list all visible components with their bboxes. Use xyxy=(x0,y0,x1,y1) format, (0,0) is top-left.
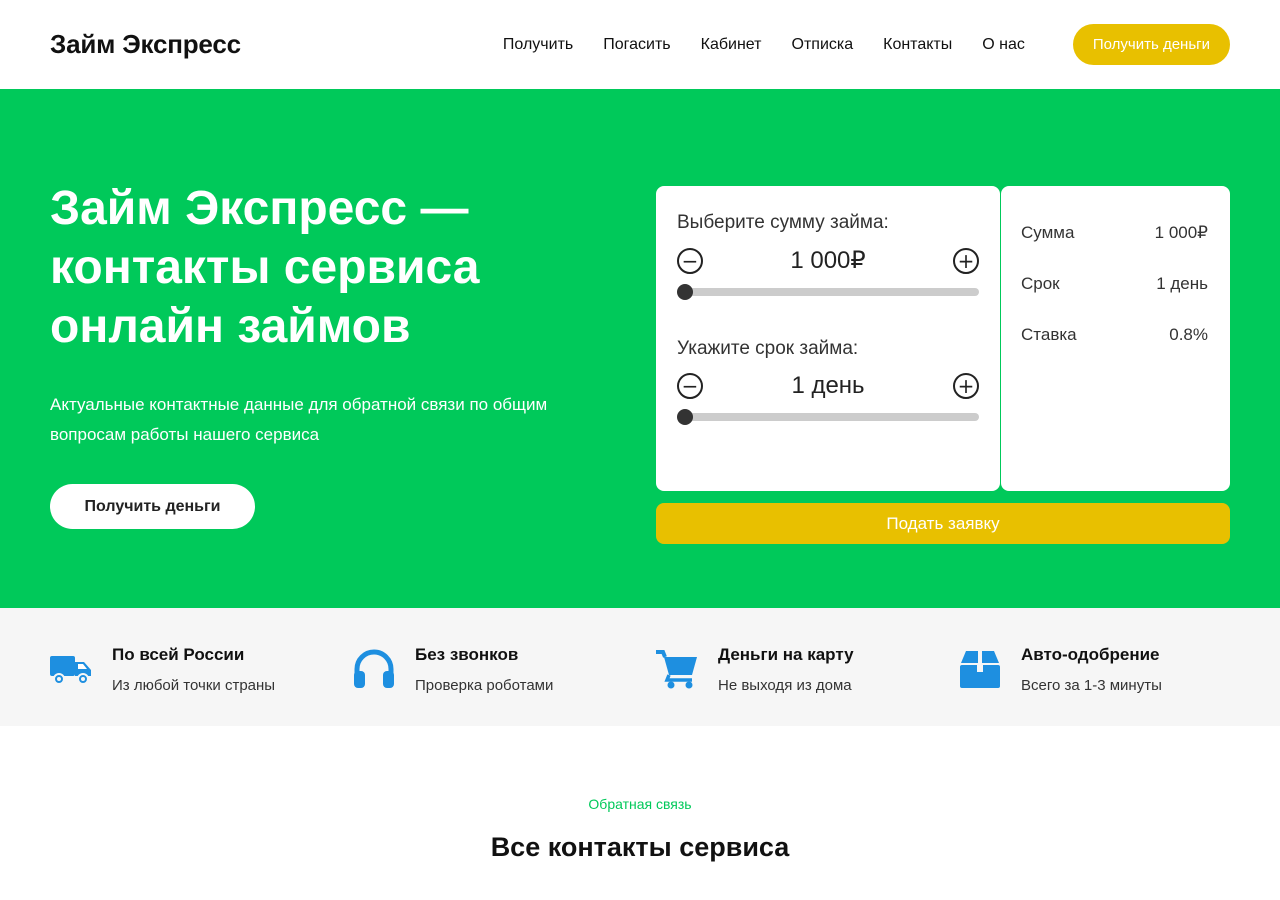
summary-label: Срок xyxy=(1021,274,1060,293)
summary-value: 1 000₽ xyxy=(1154,223,1208,242)
features-bar: По всей России Из любой точки страны Без… xyxy=(0,608,1280,726)
amount-minus-icon[interactable]: − xyxy=(677,247,703,274)
feature-item: Без звонков Проверка роботами xyxy=(353,608,656,726)
summary-label: Ставка xyxy=(1021,325,1077,344)
header-right: Получить Погасить Кабинет Отписка Контак… xyxy=(503,24,1230,65)
feature-desc: Всего за 1-3 минуты xyxy=(1021,677,1162,694)
main-nav: Получить Погасить Кабинет Отписка Контак… xyxy=(503,36,1025,54)
amount-label: Выберите сумму займа: xyxy=(677,212,889,233)
nav-link-cabinet[interactable]: Кабинет xyxy=(701,36,762,54)
site-header: Займ Экспресс Получить Погасить Кабинет … xyxy=(0,0,1280,89)
summary-value: 1 день xyxy=(1156,274,1208,293)
nav-link-unsubscribe[interactable]: Отписка xyxy=(792,36,854,54)
term-plus-icon[interactable]: + xyxy=(953,373,979,399)
feature-desc: Не выходя из дома xyxy=(718,677,852,694)
summary-row-rate: Ставка 0.8% xyxy=(1021,325,1208,376)
feature-title: Деньги на карту xyxy=(718,645,854,664)
nav-link-get[interactable]: Получить xyxy=(503,36,573,54)
hero-section: Займ Экспресс — контакты сервиса онлайн … xyxy=(0,89,1280,608)
headphones-icon xyxy=(354,649,394,688)
section-eyebrow: Обратная связь xyxy=(588,796,692,812)
summary-row-term: Срок 1 день xyxy=(1021,274,1208,325)
loan-summary: Сумма 1 000₽ Срок 1 день Ставка 0.8% xyxy=(1001,186,1230,491)
summary-row-amount: Сумма 1 000₽ xyxy=(1021,223,1208,274)
amount-plus-icon[interactable]: + xyxy=(952,247,979,274)
feature-desc: Из любой точки страны xyxy=(112,677,276,694)
cart-icon xyxy=(656,650,697,689)
hero-subtitle: Актуальные контактные данные для обратно… xyxy=(50,395,548,444)
header-get-money-button[interactable]: Получить деньги xyxy=(1072,24,1230,65)
term-slider-thumb[interactable] xyxy=(677,409,693,425)
summary-value: 0.8% xyxy=(1169,325,1208,344)
contacts-section: Обратная связь Все контакты сервиса xyxy=(0,726,1280,863)
site-logo[interactable]: Займ Экспресс xyxy=(50,29,241,60)
term-block: Укажите срок займа: − 1 день + xyxy=(677,338,979,425)
feature-text: По всей России Из любой точки страны xyxy=(112,645,275,694)
term-minus-icon[interactable]: − xyxy=(677,373,703,399)
feature-text: Без звонков Проверка роботами xyxy=(415,645,553,694)
nav-link-contacts[interactable]: Контакты xyxy=(883,36,952,54)
feature-text: Деньги на карту Не выходя из дома xyxy=(718,645,854,694)
nav-link-about[interactable]: О нас xyxy=(982,36,1025,54)
feature-title: По всей России xyxy=(112,645,245,664)
feature-title: Авто-одобрение xyxy=(1021,645,1160,664)
feature-text: Авто-одобрение Всего за 1-3 минуты xyxy=(1021,645,1162,694)
hero-get-money-button[interactable]: Получить деньги xyxy=(50,484,255,529)
feature-item: Деньги на карту Не выходя из дома xyxy=(656,608,959,726)
feature-desc: Проверка роботами xyxy=(415,677,554,694)
amount-stepper: − 1 000₽ + xyxy=(677,246,979,275)
feature-title: Без звонков xyxy=(415,645,519,664)
submit-application-button[interactable]: Подать заявку xyxy=(656,503,1230,544)
hero-text: Займ Экспресс — контакты сервиса онлайн … xyxy=(50,179,610,529)
loan-calculator: Выберите сумму займа: − 1 000₽ + Укажите… xyxy=(656,186,1000,491)
truck-icon xyxy=(50,656,91,685)
amount-slider-thumb[interactable] xyxy=(677,284,693,300)
feature-item: По всей России Из любой точки страны xyxy=(50,608,353,726)
box-icon xyxy=(960,651,1000,688)
term-label: Укажите срок займа: xyxy=(677,338,859,359)
term-value: 1 день xyxy=(791,372,865,399)
feature-item: Авто-одобрение Всего за 1-3 минуты xyxy=(959,608,1262,726)
hero-title: Займ Экспресс — контакты сервиса онлайн … xyxy=(50,182,480,353)
term-slider[interactable] xyxy=(677,409,979,425)
amount-slider[interactable] xyxy=(677,284,979,300)
amount-value: 1 000₽ xyxy=(790,247,866,274)
nav-link-repay[interactable]: Погасить xyxy=(603,36,670,54)
term-stepper: − 1 день + xyxy=(677,372,979,400)
summary-label: Сумма xyxy=(1021,223,1075,242)
section-title: Все контакты сервиса xyxy=(490,832,790,862)
